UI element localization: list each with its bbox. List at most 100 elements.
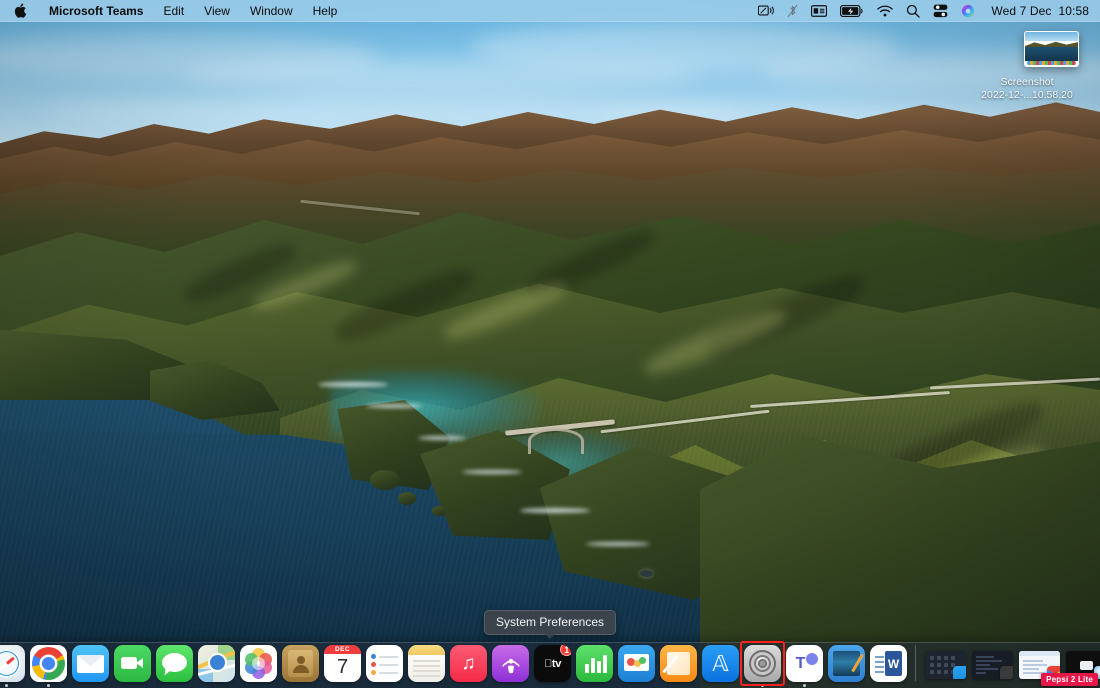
screenshot-thumbnail-label: Screenshot 2022-12-...10.58.20 xyxy=(962,76,1092,102)
screenshot-label-line1: Screenshot xyxy=(962,76,1092,89)
dock-item-photos[interactable] xyxy=(239,645,278,688)
photos-icon xyxy=(240,645,277,682)
reminders-icon xyxy=(366,645,403,682)
calendar-icon: DEC 7 xyxy=(324,645,361,682)
finder-badge-icon xyxy=(953,666,966,679)
running-indicator xyxy=(47,684,50,687)
battery-charging-icon[interactable] xyxy=(840,0,864,21)
running-indicator xyxy=(131,684,134,687)
dock-item-pages[interactable] xyxy=(659,645,698,688)
dock-item-appstore[interactable]: 𝔸 xyxy=(701,645,740,688)
running-indicator xyxy=(299,684,302,687)
dock-item-music[interactable]: ♫ xyxy=(449,645,488,688)
numbers-icon xyxy=(576,645,613,682)
word-icon: W xyxy=(870,645,907,682)
dock-item-mail[interactable] xyxy=(71,645,110,688)
surf-line xyxy=(318,382,388,387)
chrome-icon xyxy=(30,645,67,682)
wifi-icon[interactable] xyxy=(877,0,893,21)
maps-icon xyxy=(198,645,235,682)
menu-bar: Microsoft Teams Edit View Window Help xyxy=(0,0,1100,22)
tv-badge-count: 1 xyxy=(560,645,571,656)
control-center-icon[interactable] xyxy=(933,0,948,21)
running-indicator xyxy=(383,684,386,687)
running-indicator xyxy=(845,684,848,687)
surf-line xyxy=(366,404,422,408)
keynote-icon xyxy=(618,645,655,682)
dock-item-reminders[interactable] xyxy=(365,645,404,688)
menu-item-help[interactable]: Help xyxy=(303,0,348,21)
thumb-sky xyxy=(1025,32,1078,41)
surf-line xyxy=(418,436,466,440)
system-preferences-icon xyxy=(744,645,781,682)
dock-item-podcasts[interactable] xyxy=(491,645,530,688)
dock-item-facetime[interactable] xyxy=(113,645,152,688)
contacts-icon xyxy=(282,645,319,682)
dock-item-notes[interactable] xyxy=(407,645,446,688)
running-indicator xyxy=(215,684,218,687)
dock-item-messages[interactable] xyxy=(155,645,194,688)
running-indicator xyxy=(635,684,638,687)
minimized-window-thumbnail xyxy=(972,651,1013,679)
dock-item-chrome[interactable] xyxy=(29,645,68,688)
dock-item-tv[interactable]: tv 1 xyxy=(533,645,572,688)
boat xyxy=(640,570,653,577)
thumb-sea xyxy=(1025,47,1078,61)
dock-item-word[interactable]: W xyxy=(869,645,908,688)
dock-container: DEC 7 ♫ xyxy=(0,640,1100,688)
running-indicator xyxy=(341,684,344,687)
dock-item-teams[interactable]: T xyxy=(785,645,824,688)
bluetooth-off-icon[interactable] xyxy=(787,0,798,21)
running-indicator xyxy=(677,684,680,687)
sea-rock xyxy=(432,506,446,516)
preview-icon xyxy=(828,645,865,682)
dock-separator xyxy=(915,645,916,681)
app-badge-icon xyxy=(1000,666,1013,679)
apple-logo-icon[interactable] xyxy=(0,3,39,18)
dock-item-numbers[interactable] xyxy=(575,645,614,688)
dock-item-safari[interactable] xyxy=(0,645,26,688)
dock-item-calendar[interactable]: DEC 7 xyxy=(323,645,362,688)
minimized-window-thumbnail xyxy=(925,651,966,679)
minimized-window-terminal[interactable] xyxy=(970,645,1014,688)
dock-item-system-preferences[interactable] xyxy=(743,645,782,688)
minimized-window-launchpad[interactable] xyxy=(923,645,967,688)
safari-icon xyxy=(0,645,25,682)
bixby-bridge-arch xyxy=(528,428,584,454)
teams-icon: T xyxy=(786,645,823,682)
menu-item-view[interactable]: View xyxy=(194,0,240,21)
dock-item-contacts[interactable] xyxy=(281,645,320,688)
clock-time: 10:58 xyxy=(1058,4,1089,18)
facetime-icon xyxy=(114,645,151,682)
messages-icon xyxy=(156,645,193,682)
watermark-badge: Pepsi 2 Lite xyxy=(1041,673,1098,686)
display-icon[interactable] xyxy=(811,0,827,21)
mail-icon xyxy=(72,645,109,682)
screen-recording-icon[interactable] xyxy=(758,0,774,21)
desktop-wallpaper xyxy=(0,0,1100,688)
search-icon[interactable] xyxy=(906,0,920,21)
siri-icon[interactable] xyxy=(961,0,975,21)
dock-item-maps[interactable] xyxy=(197,645,236,688)
pages-icon xyxy=(660,645,697,682)
thumb-dock xyxy=(1027,61,1076,65)
music-icon: ♫ xyxy=(450,645,487,682)
surf-line xyxy=(462,470,522,474)
running-indicator xyxy=(593,684,596,687)
dock-item-preview[interactable] xyxy=(827,645,866,688)
dock-item-keynote[interactable] xyxy=(617,645,656,688)
menu-bar-clock[interactable]: Wed 7 Dec 10:58 xyxy=(988,4,1089,18)
running-indicator xyxy=(5,684,8,687)
menu-bar-left: Microsoft Teams Edit View Window Help xyxy=(0,0,347,21)
running-indicator xyxy=(467,684,470,687)
screenshot-label-line2: 2022-12-...10.58.20 xyxy=(962,89,1092,102)
menu-app-name[interactable]: Microsoft Teams xyxy=(39,0,153,21)
running-indicator xyxy=(803,684,806,687)
clock-date: Wed 7 Dec xyxy=(991,4,1051,18)
running-indicator xyxy=(719,684,722,687)
running-indicator xyxy=(425,684,428,687)
screenshot-thumbnail[interactable] xyxy=(1024,31,1079,67)
running-indicator xyxy=(887,684,890,687)
menu-item-edit[interactable]: Edit xyxy=(153,0,194,21)
menu-item-window[interactable]: Window xyxy=(240,0,303,21)
